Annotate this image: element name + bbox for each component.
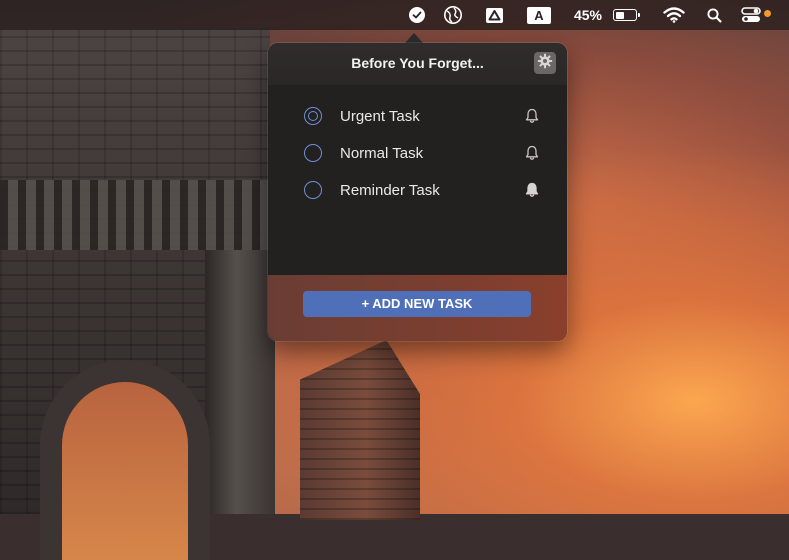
gear-icon — [537, 53, 553, 74]
bell-icon[interactable] — [523, 107, 541, 125]
battery-level — [615, 11, 624, 19]
wifi-icon[interactable] — [662, 0, 686, 30]
task-label: Reminder Task — [340, 182, 440, 199]
stone-column — [205, 250, 275, 514]
task-label: Urgent Task — [340, 108, 420, 125]
popover-title: Before You Forget... — [351, 55, 484, 71]
bell-filled-icon[interactable] — [523, 181, 541, 199]
globe-icon[interactable] — [442, 0, 464, 30]
notification-dot — [764, 10, 771, 17]
task-radio-button[interactable] — [304, 144, 322, 162]
reminder-popover: Before You Forget... Urgent Task Normal … — [268, 43, 567, 341]
task-row[interactable]: Reminder Task — [268, 172, 567, 209]
battery-percent: 45% — [573, 7, 603, 23]
task-row[interactable]: Urgent Task — [268, 98, 567, 135]
stone-cornice — [0, 180, 270, 250]
popover-header: Before You Forget... — [268, 43, 567, 85]
menubar-app-button[interactable] — [407, 0, 427, 30]
search-icon[interactable] — [704, 0, 724, 30]
bell-icon[interactable] — [523, 144, 541, 162]
battery-icon[interactable] — [610, 0, 640, 30]
input-source-indicator[interactable]: A — [527, 0, 551, 30]
add-new-task-button[interactable]: + ADD NEW TASK — [303, 291, 531, 317]
settings-button[interactable] — [534, 52, 556, 74]
task-row[interactable]: Normal Task — [268, 135, 567, 172]
control-center-icon[interactable] — [738, 0, 766, 30]
drive-icon[interactable] — [484, 0, 504, 30]
task-radio-button[interactable] — [304, 107, 322, 125]
stone-tower — [300, 340, 420, 520]
input-source-letter: A — [527, 6, 551, 24]
task-list: Urgent Task Normal Task Reminder Task — [268, 98, 567, 209]
menu-bar: A 45% — [0, 0, 789, 30]
checkmark-icon — [409, 7, 425, 23]
task-label: Normal Task — [340, 145, 424, 162]
task-radio-button[interactable] — [304, 181, 322, 199]
stone-arch — [40, 360, 210, 560]
